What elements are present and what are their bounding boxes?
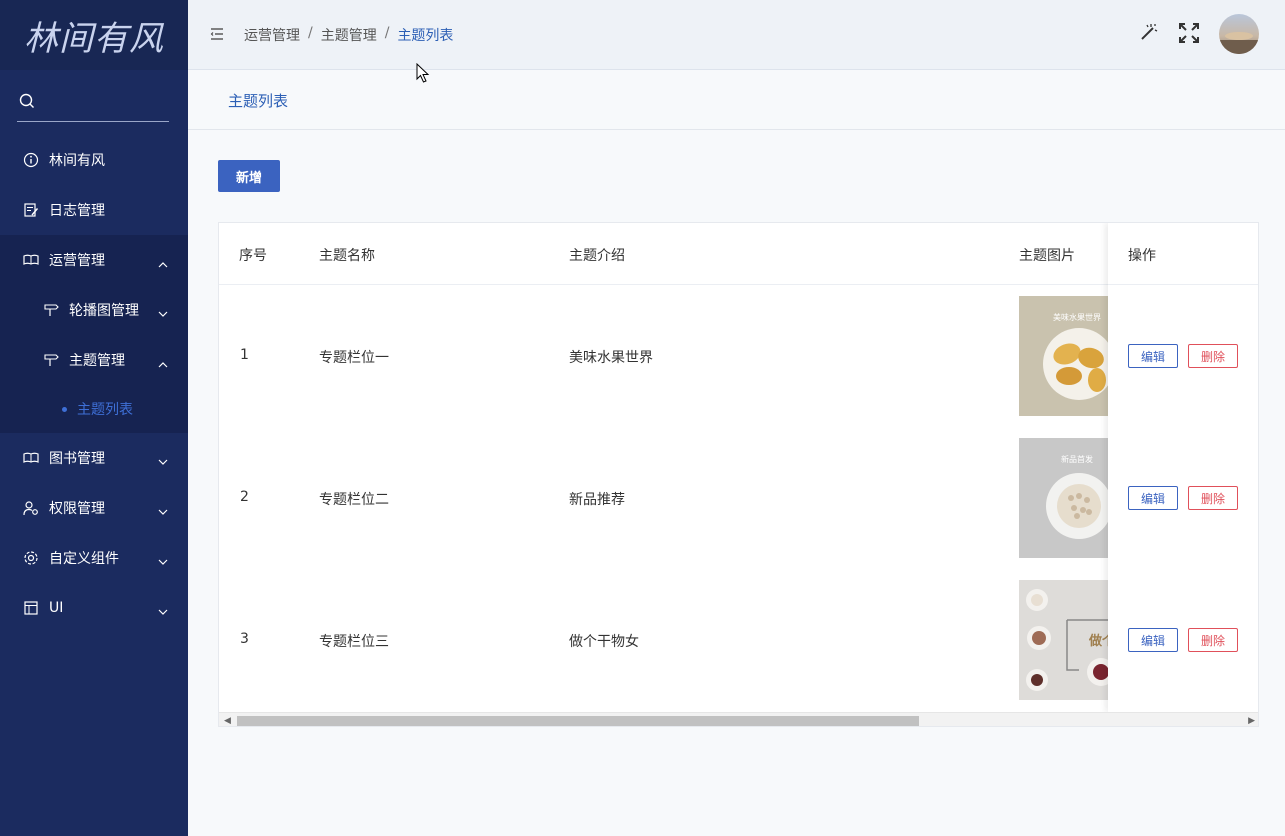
- breadcrumb-current: 主题列表: [397, 28, 454, 44]
- chevron-down-icon: [158, 306, 168, 322]
- column-header: 序号: [239, 248, 267, 264]
- breadcrumb-separator: /: [384, 25, 390, 41]
- edit-button[interactable]: 编辑: [1128, 628, 1178, 652]
- image-caption: 美味水果世界: [1053, 313, 1101, 322]
- cell-index: 3: [240, 631, 249, 647]
- user-gear-icon: [22, 500, 40, 516]
- sidebar-item-operations[interactable]: 运营管理: [0, 235, 188, 285]
- sidebar-item-label: 主题管理: [69, 353, 125, 369]
- logo-text: 林间有风: [24, 18, 164, 59]
- magic-wand-icon[interactable]: [1139, 22, 1159, 46]
- chevron-up-icon: [158, 256, 168, 272]
- info-icon: [22, 152, 40, 168]
- avatar[interactable]: [1219, 14, 1259, 54]
- cell-index: 1: [240, 347, 249, 363]
- add-button[interactable]: 新增: [218, 160, 280, 192]
- delete-button[interactable]: 删除: [1188, 344, 1238, 368]
- table-header: 操作: [1108, 223, 1258, 285]
- sidebar-item-permissions[interactable]: 权限管理: [0, 483, 188, 533]
- edit-icon: [22, 202, 40, 218]
- breadcrumb-item[interactable]: 主题管理: [321, 25, 377, 45]
- signpost-icon: [42, 352, 60, 368]
- column-header: 主题图片: [1019, 248, 1075, 264]
- theme-table: 序号 主题名称 主题介绍 主题图片 1 专题栏位一 美味水果世界 美味水果世界 …: [218, 222, 1259, 727]
- sidebar: 林间有风 林间有风 日志管理 运营管理 轮播图管理 主题管理 主题列表 图书管理…: [0, 0, 188, 836]
- sidebar-item-label: 主题列表: [77, 402, 133, 418]
- mouse-cursor-icon: [416, 62, 430, 87]
- chevron-down-icon: [158, 604, 168, 620]
- operations-group: 运营管理 轮播图管理 主题管理 主题列表: [0, 235, 188, 433]
- sidebar-search[interactable]: [17, 84, 169, 122]
- top-header: 运营管理 / 主题管理 / 主题列表: [188, 0, 1285, 70]
- operation-column: 操作 编辑 删除 编辑 删除 编辑 删除: [1108, 223, 1258, 712]
- cell-index: 2: [240, 489, 249, 505]
- sidebar-item-label: 轮播图管理: [69, 303, 139, 319]
- tab-theme-list[interactable]: 主题列表: [228, 90, 288, 111]
- sidebar-item-log[interactable]: 日志管理: [0, 185, 188, 235]
- delete-button[interactable]: 删除: [1188, 486, 1238, 510]
- sidebar-item-home[interactable]: 林间有风: [0, 135, 188, 185]
- scroll-right-icon[interactable]: ▶: [1248, 716, 1255, 726]
- sidebar-item-theme-list[interactable]: 主题列表: [0, 385, 188, 433]
- sidebar-item-theme[interactable]: 主题管理: [0, 335, 188, 385]
- cell-intro: 做个干物女: [569, 634, 639, 650]
- menu-toggle-icon[interactable]: [210, 27, 224, 45]
- theme-image: 做个: [1019, 580, 1109, 700]
- cell-intro: 新品推荐: [569, 492, 625, 508]
- column-header: 主题介绍: [569, 248, 625, 264]
- book-icon: [22, 450, 40, 466]
- sidebar-item-label: 日志管理: [49, 203, 105, 219]
- horizontal-scrollbar[interactable]: ◀ ▶: [219, 712, 1258, 726]
- tab-bar: 主题列表: [188, 70, 1285, 130]
- layout-icon: [22, 600, 40, 616]
- table-header: 序号 主题名称 主题介绍 主题图片: [219, 223, 1258, 285]
- search-icon: [19, 93, 35, 113]
- sidebar-item-label: UI: [49, 600, 64, 616]
- cell-name: 专题栏位三: [319, 634, 389, 650]
- chevron-down-icon: [158, 454, 168, 470]
- cell-name: 专题栏位二: [319, 492, 389, 508]
- scrollbar-thumb[interactable]: [237, 716, 919, 726]
- signpost-icon: [42, 302, 60, 318]
- cell-name: 专题栏位一: [319, 350, 389, 366]
- delete-button[interactable]: 删除: [1188, 628, 1238, 652]
- sidebar-item-label: 运营管理: [49, 253, 105, 269]
- breadcrumb-item[interactable]: 运营管理: [244, 25, 300, 45]
- logo[interactable]: 林间有风: [0, 0, 188, 70]
- theme-image: 美味水果世界: [1019, 296, 1109, 416]
- sidebar-item-carousel[interactable]: 轮播图管理: [0, 285, 188, 335]
- sidebar-item-ui[interactable]: UI: [0, 583, 188, 633]
- table-row: 3 专题栏位三 做个干物女 做个: [219, 569, 1258, 711]
- sidebar-menu: 林间有风 日志管理 运营管理 轮播图管理 主题管理 主题列表 图书管理 权限管理…: [0, 135, 188, 633]
- edit-button[interactable]: 编辑: [1128, 344, 1178, 368]
- breadcrumb-separator: /: [308, 25, 313, 41]
- gear-icon: [22, 550, 40, 566]
- column-header: 主题名称: [319, 248, 375, 264]
- sidebar-search-input[interactable]: [43, 95, 163, 110]
- sidebar-item-label: 林间有风: [49, 153, 105, 169]
- fullscreen-icon[interactable]: [1179, 22, 1199, 48]
- edit-button[interactable]: 编辑: [1128, 486, 1178, 510]
- scroll-left-icon[interactable]: ◀: [224, 716, 231, 726]
- active-dot-icon: [62, 406, 67, 412]
- sidebar-item-components[interactable]: 自定义组件: [0, 533, 188, 583]
- sidebar-item-label: 图书管理: [49, 451, 105, 467]
- table-row: 1 专题栏位一 美味水果世界 美味水果世界: [219, 285, 1258, 427]
- sidebar-item-books[interactable]: 图书管理: [0, 433, 188, 483]
- chevron-down-icon: [158, 554, 168, 570]
- breadcrumb: 运营管理 / 主题管理 / 主题列表: [244, 25, 453, 45]
- sidebar-item-label: 权限管理: [49, 501, 105, 517]
- chevron-down-icon: [158, 504, 168, 520]
- image-caption: 做个: [1089, 634, 1109, 649]
- theme-image: 新品首发: [1019, 438, 1109, 558]
- sidebar-item-label: 自定义组件: [49, 551, 119, 567]
- table-row: 2 专题栏位二 新品推荐 新品首发: [219, 427, 1258, 569]
- book-icon: [22, 252, 40, 268]
- chevron-up-icon: [158, 356, 168, 372]
- column-header: 操作: [1128, 248, 1156, 264]
- cell-intro: 美味水果世界: [569, 350, 653, 366]
- image-caption: 新品首发: [1061, 455, 1093, 464]
